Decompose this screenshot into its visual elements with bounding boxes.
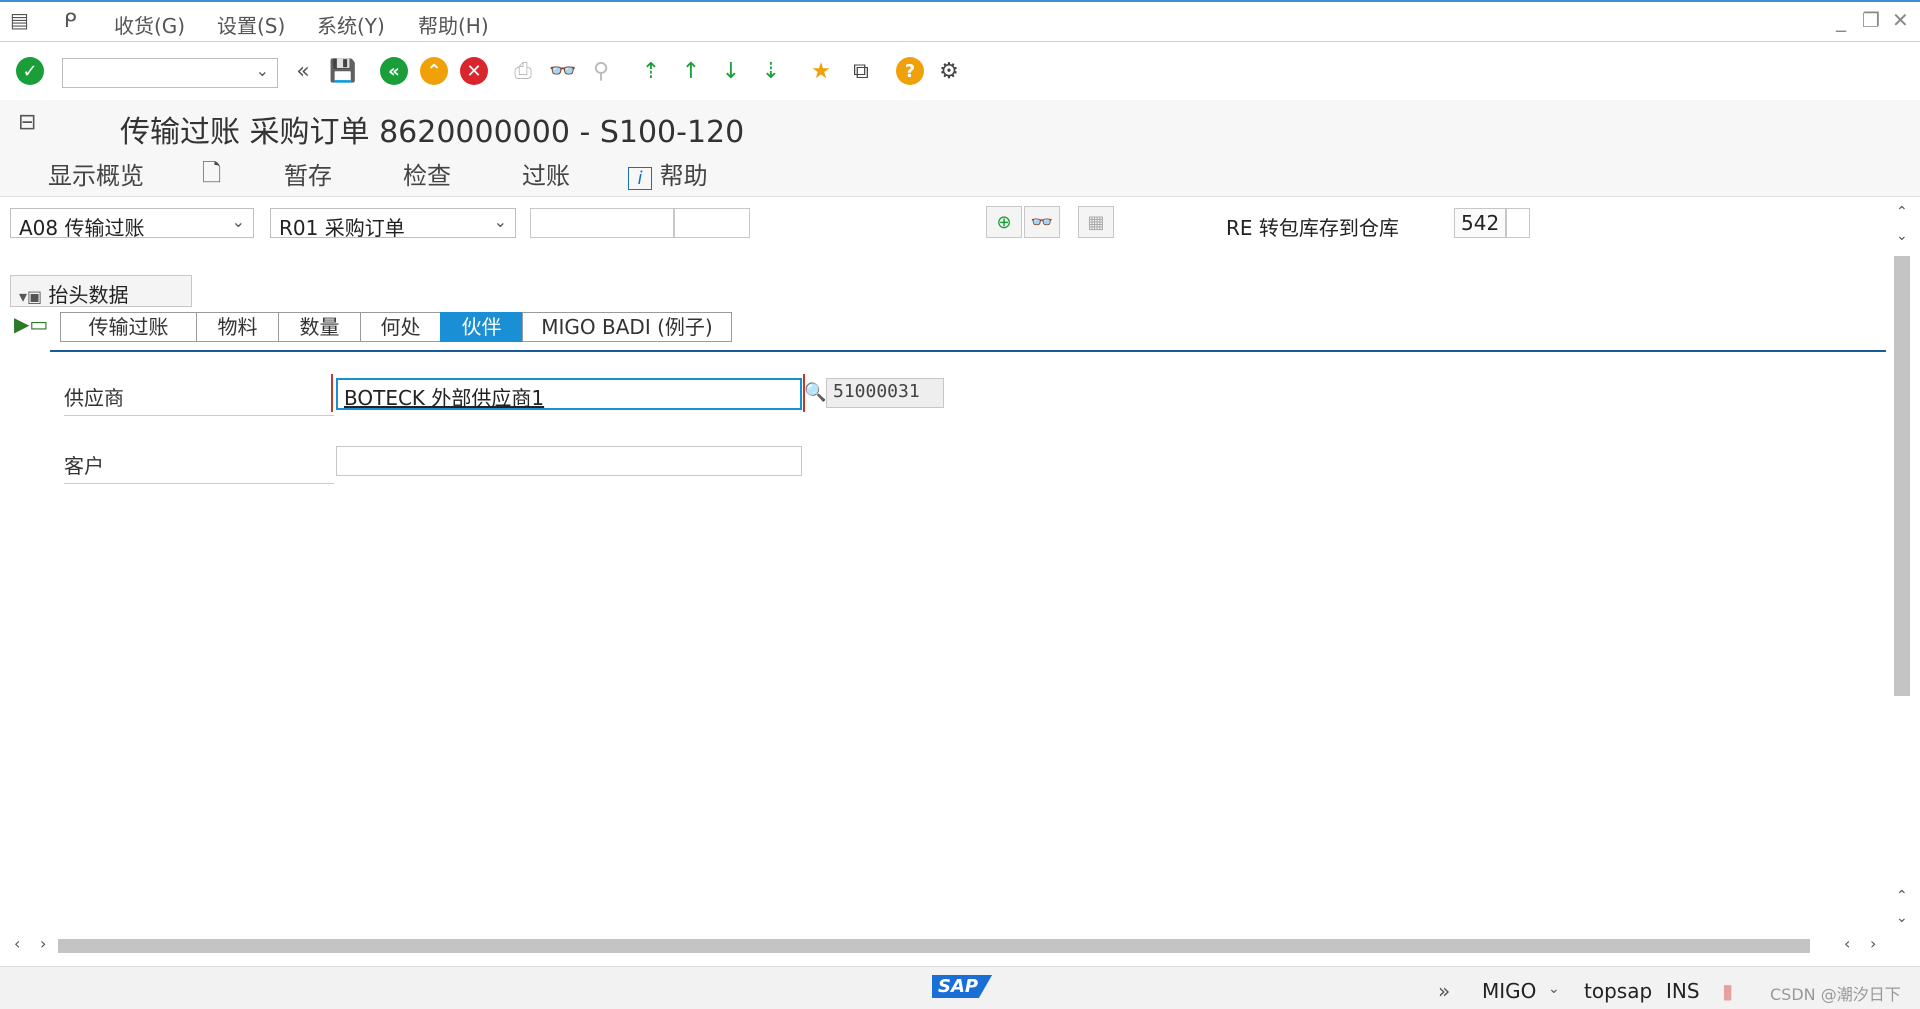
tab-transfer-posting[interactable]: 传输过账 <box>60 312 196 342</box>
movement-type-extra-field[interactable] <box>1506 208 1530 238</box>
focus-bracket <box>331 374 805 412</box>
scroll-left-icon[interactable]: ‹ <box>1844 934 1850 953</box>
restore-icon[interactable]: ❐ <box>1862 8 1880 32</box>
scroll-up-icon[interactable]: ⌃ <box>1896 204 1908 220</box>
double-chevron-left-icon[interactable]: « <box>286 54 320 88</box>
scroll-down-icon[interactable]: ⌄ <box>1896 228 1908 244</box>
last-page-icon[interactable]: ⇣ <box>754 54 788 88</box>
title-bar: ⊟ 传输过账 采购订单 8620000000 - S100-120 <box>0 100 1920 150</box>
find-icon[interactable]: 👓 <box>546 54 580 88</box>
sap-logo: SAP <box>932 975 993 998</box>
action-select-value: A08 传输过账 <box>19 216 145 240</box>
document-icon[interactable]: 🗋 <box>202 156 221 197</box>
scroll-right-icon[interactable]: › <box>1870 934 1876 953</box>
reference-item-input[interactable] <box>674 208 750 238</box>
shortcut-icon[interactable]: ⧉ <box>844 54 878 88</box>
tab-migo-badi[interactable]: MIGO BADI (例子) <box>522 312 732 342</box>
calculator-icon[interactable]: ▦ <box>1078 206 1114 238</box>
first-page-icon[interactable]: ⇡ <box>634 54 668 88</box>
chevron-down-icon[interactable]: ⌄ <box>256 61 269 80</box>
menu-system[interactable]: 系统(Y) <box>317 10 385 39</box>
standard-toolbar: ✓ ⌄ « 💾 « ⌃ ✕ ⎙ 👓 ⚲ ⇡ ↑ ↓ ⇣ ★ ⧉ ? ⚙ <box>0 42 1920 100</box>
status-expand-icon[interactable]: » <box>1438 979 1450 1003</box>
help-button-label: 帮助 <box>659 162 708 190</box>
status-bar: SAP » MIGO ⌄ topsap INS ▮ CSDN @潮汐日下 <box>0 966 1920 1009</box>
execute-icon[interactable]: ⊕ <box>986 206 1022 238</box>
overview-button[interactable]: 显示概览 <box>48 156 144 191</box>
gear-icon[interactable]: ⚙ <box>932 54 966 88</box>
create-session-icon[interactable]: ★ <box>804 54 838 88</box>
movement-type-label: RE 转包库存到仓库 <box>1226 216 1399 240</box>
help-button[interactable]: i 帮助 <box>628 156 708 191</box>
vertical-scrollbar[interactable]: ⌃ ⌄ ⌃ ⌄ <box>1888 204 1916 934</box>
system-menu-icon[interactable]: ▤ <box>10 8 29 32</box>
menu-help[interactable]: 帮助(H) <box>418 10 489 39</box>
hold-button[interactable]: 暂存 <box>284 156 332 191</box>
check-button[interactable]: 检查 <box>403 156 451 191</box>
search-help-icon[interactable]: 🔍 <box>804 382 826 403</box>
header-data-toggle[interactable]: ▾▣ 抬头数据 <box>10 275 192 307</box>
page-title: 传输过账 采购订单 8620000000 - S100-120 <box>120 115 745 150</box>
tab-quantity[interactable]: 数量 <box>278 312 360 342</box>
scroll-left-icon[interactable]: ‹ <box>14 934 20 953</box>
help-icon[interactable]: ? <box>896 57 924 85</box>
find-next-icon[interactable]: ⚲ <box>584 54 618 88</box>
exit-icon[interactable]: ⌃ <box>420 57 448 85</box>
minimize-icon[interactable]: _ <box>1836 8 1846 32</box>
header-data-label: 抬头数据 <box>48 283 129 307</box>
reference-select[interactable]: R01 采购订单 ⌄ <box>270 208 516 240</box>
vertical-scroll-thumb[interactable] <box>1894 256 1910 696</box>
horizontal-scroll-thumb[interactable] <box>58 939 1810 953</box>
menu-settings[interactable]: 设置(S) <box>217 10 285 39</box>
previous-page-icon[interactable]: ↑ <box>674 54 708 88</box>
search-icon[interactable]: 👓 <box>1024 206 1060 238</box>
vendor-label: 供应商 <box>64 382 334 416</box>
enter-check-icon[interactable]: ✓ <box>16 57 44 85</box>
action-select[interactable]: A08 传输过账 ⌄ <box>10 208 254 240</box>
info-icon: i <box>628 167 652 190</box>
scroll-up-icon[interactable]: ⌃ <box>1896 888 1908 904</box>
save-icon[interactable]: 💾 <box>326 54 360 88</box>
customer-label: 客户 <box>64 450 334 484</box>
tab-where[interactable]: 何处 <box>360 312 440 342</box>
layout-menu-icon[interactable]: ⊟ <box>18 110 36 135</box>
sap-menu-icon[interactable]: ᑭ <box>64 8 77 32</box>
scroll-right-icon[interactable]: › <box>40 934 46 953</box>
back-icon[interactable]: « <box>380 57 408 85</box>
cancel-icon[interactable]: ✕ <box>460 57 488 85</box>
next-page-icon[interactable]: ↓ <box>714 54 748 88</box>
input-mode[interactable]: INS <box>1666 979 1700 1003</box>
post-button[interactable]: 过账 <box>522 156 570 191</box>
chevron-down-icon[interactable]: ⌄ <box>1548 981 1560 997</box>
horizontal-scrollbar[interactable]: ‹ › ‹ › <box>0 934 1920 960</box>
status-chart-icon: ▮ <box>1722 979 1734 1003</box>
customer-field[interactable] <box>336 446 802 476</box>
chevron-down-icon: ⌄ <box>493 212 507 231</box>
watermark: CSDN @潮汐日下 <box>1770 985 1901 1004</box>
collapse-icon: ▾▣ <box>19 287 43 306</box>
tab-list-icon[interactable]: ▶▭ <box>14 312 48 342</box>
print-icon[interactable]: ⎙ <box>506 54 540 88</box>
tab-material[interactable]: 物料 <box>196 312 278 342</box>
close-icon[interactable]: ✕ <box>1892 8 1909 32</box>
reference-number-input[interactable] <box>530 208 674 238</box>
scroll-down-icon[interactable]: ⌄ <box>1896 910 1908 926</box>
menu-bar: ▤ ᑭ 收货(G) 设置(S) 系统(Y) 帮助(H) _ ❐ ✕ <box>0 0 1920 42</box>
tab-partner[interactable]: 伙伴 <box>440 312 522 342</box>
command-field[interactable]: ⌄ <box>62 58 278 88</box>
application-toolbar: 显示概览 🗋 暂存 检查 过账 i 帮助 <box>0 148 1920 197</box>
transaction-code[interactable]: MIGO <box>1482 979 1536 1003</box>
tab-underline <box>50 350 1886 352</box>
reference-select-value: R01 采购订单 <box>279 216 405 240</box>
movement-type-field[interactable]: 542 <box>1454 208 1506 238</box>
chevron-down-icon: ⌄ <box>231 212 245 231</box>
server-name: topsap <box>1584 979 1653 1003</box>
menu-goods-receipt[interactable]: 收货(G) <box>114 10 185 39</box>
vendor-number-field: 51000031 <box>826 378 944 408</box>
